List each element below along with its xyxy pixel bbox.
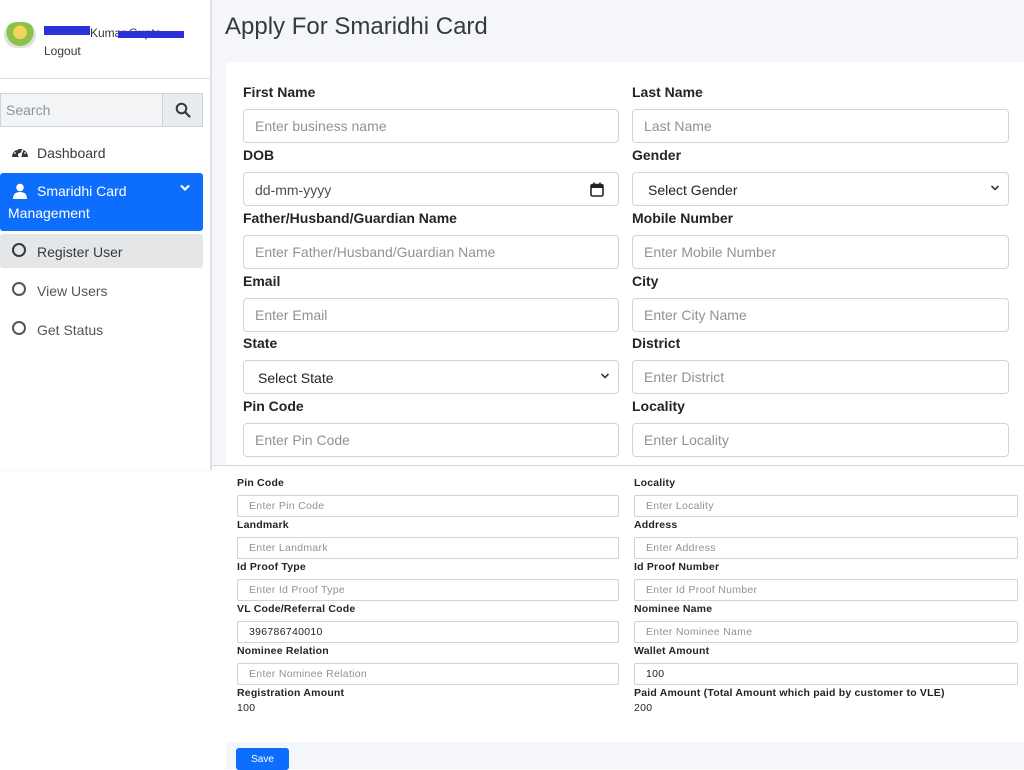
mobile-number-label: Mobile Number [632, 210, 734, 226]
avatar[interactable] [4, 22, 36, 48]
sidebar-item-label: Dashboard [37, 145, 106, 161]
last-name-field[interactable] [632, 109, 1009, 143]
id-proof-type-field[interactable] [237, 579, 619, 601]
last-name-label: Last Name [632, 84, 703, 100]
locality-field[interactable] [634, 495, 1018, 517]
mobile-number-field[interactable] [632, 235, 1009, 269]
first-name-field[interactable] [243, 109, 619, 143]
sidebar-item-view-users[interactable]: View Users [0, 281, 203, 303]
address-label: Address [634, 519, 678, 531]
logout-link[interactable]: Logout [44, 44, 81, 58]
gender-select[interactable]: Select Gender [632, 172, 1009, 206]
id-proof-number-label: Id Proof Number [634, 561, 720, 573]
form-card: First Name Last Name DOB dd-mm-yyyy Gend… [226, 62, 1024, 466]
chevron-down-icon[interactable] [179, 183, 191, 193]
landmark-field[interactable] [237, 537, 619, 559]
search-icon [175, 102, 191, 118]
circle-icon [12, 321, 26, 335]
city-label: City [632, 273, 659, 289]
state-select[interactable]: Select State [243, 360, 619, 394]
referral-code-field[interactable] [237, 621, 619, 643]
address-field[interactable] [634, 537, 1018, 559]
registration-amount-label: Registration Amount [237, 687, 345, 699]
nominee-name-field[interactable] [634, 621, 1018, 643]
user-icon [13, 183, 27, 199]
registration-amount-value: 100 [237, 702, 256, 714]
locality-label: Locality [634, 477, 676, 489]
dob-placeholder: dd-mm-yyyy [255, 182, 332, 198]
redaction-bar [118, 31, 184, 38]
gender-label: Gender [632, 147, 682, 163]
card-footer [226, 742, 1024, 769]
locality-field[interactable] [632, 423, 1009, 457]
guardian-name-field[interactable] [243, 235, 619, 269]
sidebar-item-label: Get Status [37, 322, 104, 338]
dob-field[interactable]: dd-mm-yyyy [243, 172, 619, 206]
tachometer-icon [12, 147, 28, 157]
circle-icon [12, 282, 26, 296]
locality-label: Locality [632, 398, 685, 414]
sidebar-item-smaridhi-card-management[interactable]: Smaridhi Card Management [0, 173, 203, 231]
referral-code-label: VL Code/Referral Code [237, 603, 356, 615]
gender-selected-value: Select Gender [648, 182, 738, 198]
sidebar-item-dashboard[interactable]: Dashboard [0, 140, 203, 166]
guardian-name-label: Father/Husband/Guardian Name [243, 210, 457, 226]
sidebar: Kumar Gupta Logout Dashboard Smaridhi Ca… [0, 0, 212, 470]
search-input[interactable] [1, 94, 161, 126]
nominee-name-label: Nominee Name [634, 603, 713, 615]
sidebar-item-get-status[interactable]: Get Status [0, 320, 203, 342]
sidebar-item-label: Smaridhi Card [37, 183, 127, 199]
search-button[interactable] [162, 94, 202, 126]
pin-code-label: Pin Code [243, 398, 304, 414]
calendar-icon[interactable] [590, 182, 604, 197]
city-field[interactable] [632, 298, 1009, 332]
chevron-down-icon [600, 373, 610, 379]
landmark-label: Landmark [237, 519, 289, 531]
sidebar-item-label: Register User [37, 244, 123, 260]
first-name-label: First Name [243, 84, 316, 100]
paid-amount-value: 200 [634, 702, 653, 714]
district-field[interactable] [632, 360, 1009, 394]
sidebar-search [0, 93, 203, 127]
email-field[interactable] [243, 298, 619, 332]
save-button[interactable]: Save [236, 748, 289, 770]
circle-icon [12, 243, 26, 257]
sidebar-item-label: View Users [37, 283, 108, 299]
pin-code-field[interactable] [237, 495, 619, 517]
pin-code-label: Pin Code [237, 477, 285, 489]
id-proof-number-field[interactable] [634, 579, 1018, 601]
wallet-amount-field[interactable] [634, 663, 1018, 685]
redaction-bar [44, 26, 90, 35]
state-label: State [243, 335, 278, 351]
screenshot-seam [212, 465, 1024, 478]
wallet-amount-label: Wallet Amount [634, 645, 710, 657]
nominee-relation-label: Nominee Relation [237, 645, 329, 657]
pin-code-field[interactable] [243, 423, 619, 457]
state-selected-value: Select State [258, 370, 334, 386]
chevron-down-icon [990, 185, 1000, 191]
email-label: Email [243, 273, 281, 289]
sidebar-item-register-user[interactable]: Register User [0, 234, 203, 268]
user-panel: Kumar Gupta Logout [0, 0, 210, 79]
id-proof-type-label: Id Proof Type [237, 561, 306, 573]
sidebar-item-label-line2: Management [8, 205, 90, 221]
district-label: District [632, 335, 681, 351]
nominee-relation-field[interactable] [237, 663, 619, 685]
dob-label: DOB [243, 147, 275, 163]
paid-amount-label: Paid Amount (Total Amount which paid by … [634, 687, 945, 699]
page-title: Apply For Smaridhi Card [225, 13, 488, 40]
